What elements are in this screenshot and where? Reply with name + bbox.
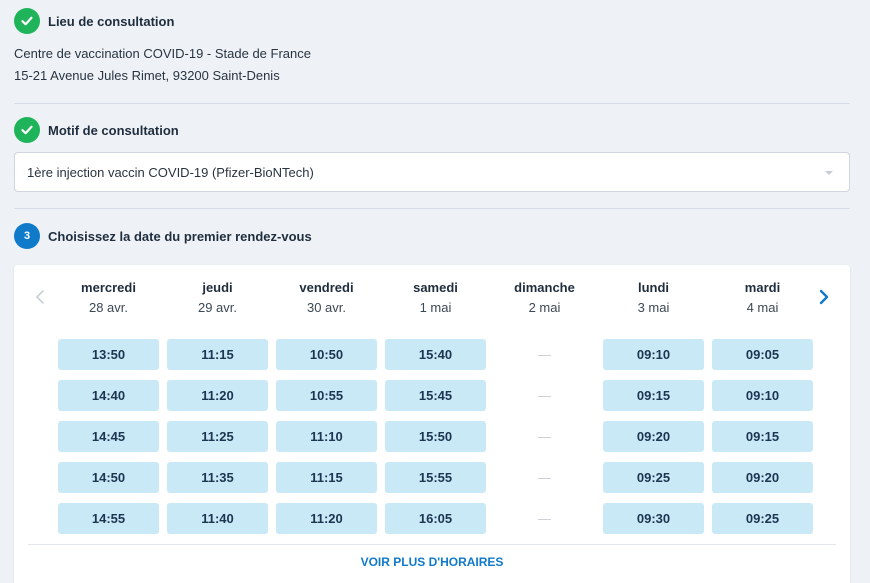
day-name: dimanche [514, 280, 575, 295]
day-header: samedi 1 mai [381, 279, 490, 317]
time-slot[interactable]: 10:50 [276, 339, 377, 370]
day-name: mardi [744, 280, 781, 295]
location-address: Centre de vaccination COVID-19 - Stade d… [14, 43, 850, 87]
divider [28, 544, 836, 545]
day-date: 29 avr. [197, 300, 238, 315]
step-date: 3 Choisissez la date du premier rendez-v… [14, 223, 850, 249]
address-line-2: 15-21 Avenue Jules Rimet, 93200 Saint-De… [14, 68, 280, 83]
time-slot[interactable]: 09:10 [603, 339, 704, 370]
empty-slot: — [538, 470, 551, 485]
step-date-title: Choisissez la date du premier rendez-vou… [48, 228, 312, 244]
divider [14, 208, 850, 209]
divider [14, 103, 850, 104]
slot-column: 09:10 09:15 09:20 09:25 09:30 [599, 339, 708, 544]
day-header: mercredi 28 avr. [54, 279, 163, 317]
time-slot[interactable]: 11:10 [276, 421, 377, 452]
slot-column: 09:05 09:10 09:15 09:20 09:25 [708, 339, 817, 544]
time-slot[interactable]: 13:50 [58, 339, 159, 370]
check-icon [14, 117, 40, 143]
day-header: dimanche 2 mai [490, 279, 599, 317]
time-slot[interactable]: 09:05 [712, 339, 813, 370]
time-slot[interactable]: 15:55 [385, 462, 486, 493]
time-slot[interactable]: 14:40 [58, 380, 159, 411]
time-slot[interactable]: 11:20 [167, 380, 268, 411]
time-slot[interactable]: 09:30 [603, 503, 704, 534]
time-slot[interactable]: 11:25 [167, 421, 268, 452]
day-header: mardi 4 mai [708, 279, 817, 317]
day-headers: mercredi 28 avr. jeudi 29 avr. vendredi … [54, 279, 817, 317]
availability-calendar: mercredi 28 avr. jeudi 29 avr. vendredi … [14, 265, 850, 583]
day-name: lundi [637, 280, 670, 295]
time-slot[interactable]: 11:15 [276, 462, 377, 493]
motive-select-value: 1ère injection vaccin COVID-19 (Pfizer-B… [27, 164, 314, 180]
day-header: lundi 3 mai [599, 279, 708, 317]
day-date: 4 mai [746, 300, 779, 315]
time-slot[interactable]: 09:25 [603, 462, 704, 493]
day-date: 1 mai [419, 300, 452, 315]
chevron-left-icon[interactable] [32, 287, 48, 307]
day-date: 30 avr. [306, 300, 347, 315]
slot-column: 11:15 11:20 11:25 11:35 11:40 [163, 339, 272, 544]
time-slots-grid: 13:50 14:40 14:45 14:50 14:55 11:15 11:2… [54, 339, 817, 544]
time-slot[interactable]: 16:05 [385, 503, 486, 534]
time-slot[interactable]: 15:45 [385, 380, 486, 411]
step-location-header: Lieu de consultation [14, 8, 850, 34]
step-motive-title: Motif de consultation [48, 122, 179, 138]
slot-column: 15:40 15:45 15:50 15:55 16:05 [381, 339, 490, 544]
time-slot[interactable]: 11:20 [276, 503, 377, 534]
more-slots-link[interactable]: VOIR PLUS D'HORAIRES [14, 555, 850, 569]
day-date: 28 avr. [88, 300, 129, 315]
time-slot[interactable]: 09:15 [712, 421, 813, 452]
time-slot[interactable]: 11:15 [167, 339, 268, 370]
time-slot[interactable]: 09:15 [603, 380, 704, 411]
day-header: vendredi 30 avr. [272, 279, 381, 317]
time-slot[interactable]: 14:45 [58, 421, 159, 452]
step-motive: Motif de consultation [14, 117, 850, 143]
time-slot[interactable]: 15:50 [385, 421, 486, 452]
step-number-badge: 3 [14, 223, 40, 249]
slot-column: 13:50 14:40 14:45 14:50 14:55 [54, 339, 163, 544]
empty-slot: — [538, 347, 551, 362]
empty-slot: — [538, 429, 551, 444]
empty-slot: — [538, 511, 551, 526]
step-location-title: Lieu de consultation [48, 13, 175, 29]
step-date-header: 3 Choisissez la date du premier rendez-v… [14, 223, 850, 249]
time-slot[interactable]: 09:10 [712, 380, 813, 411]
time-slot[interactable]: 09:20 [712, 462, 813, 493]
time-slot[interactable]: 10:55 [276, 380, 377, 411]
empty-slot: — [538, 388, 551, 403]
time-slot[interactable]: 09:20 [603, 421, 704, 452]
day-header: jeudi 29 avr. [163, 279, 272, 317]
day-name: vendredi [299, 280, 354, 295]
address-line-1: Centre de vaccination COVID-19 - Stade d… [14, 46, 311, 61]
slot-column: — — — — — [490, 339, 599, 544]
chevron-right-icon[interactable] [816, 287, 832, 307]
time-slot[interactable]: 14:50 [58, 462, 159, 493]
time-slot[interactable]: 11:40 [167, 503, 268, 534]
slot-column: 10:50 10:55 11:10 11:15 11:20 [272, 339, 381, 544]
day-name: samedi [413, 280, 458, 295]
check-icon [14, 8, 40, 34]
time-slot[interactable]: 14:55 [58, 503, 159, 534]
step-location: Lieu de consultation [14, 8, 850, 34]
motive-select[interactable]: 1ère injection vaccin COVID-19 (Pfizer-B… [14, 152, 850, 192]
caret-down-icon [825, 171, 833, 175]
day-date: 3 mai [637, 300, 670, 315]
day-date: 2 mai [528, 300, 561, 315]
day-name: mercredi [81, 280, 136, 295]
time-slot[interactable]: 09:25 [712, 503, 813, 534]
step-motive-header: Motif de consultation [14, 117, 850, 143]
time-slot[interactable]: 11:35 [167, 462, 268, 493]
time-slot[interactable]: 15:40 [385, 339, 486, 370]
day-name: jeudi [202, 280, 233, 295]
